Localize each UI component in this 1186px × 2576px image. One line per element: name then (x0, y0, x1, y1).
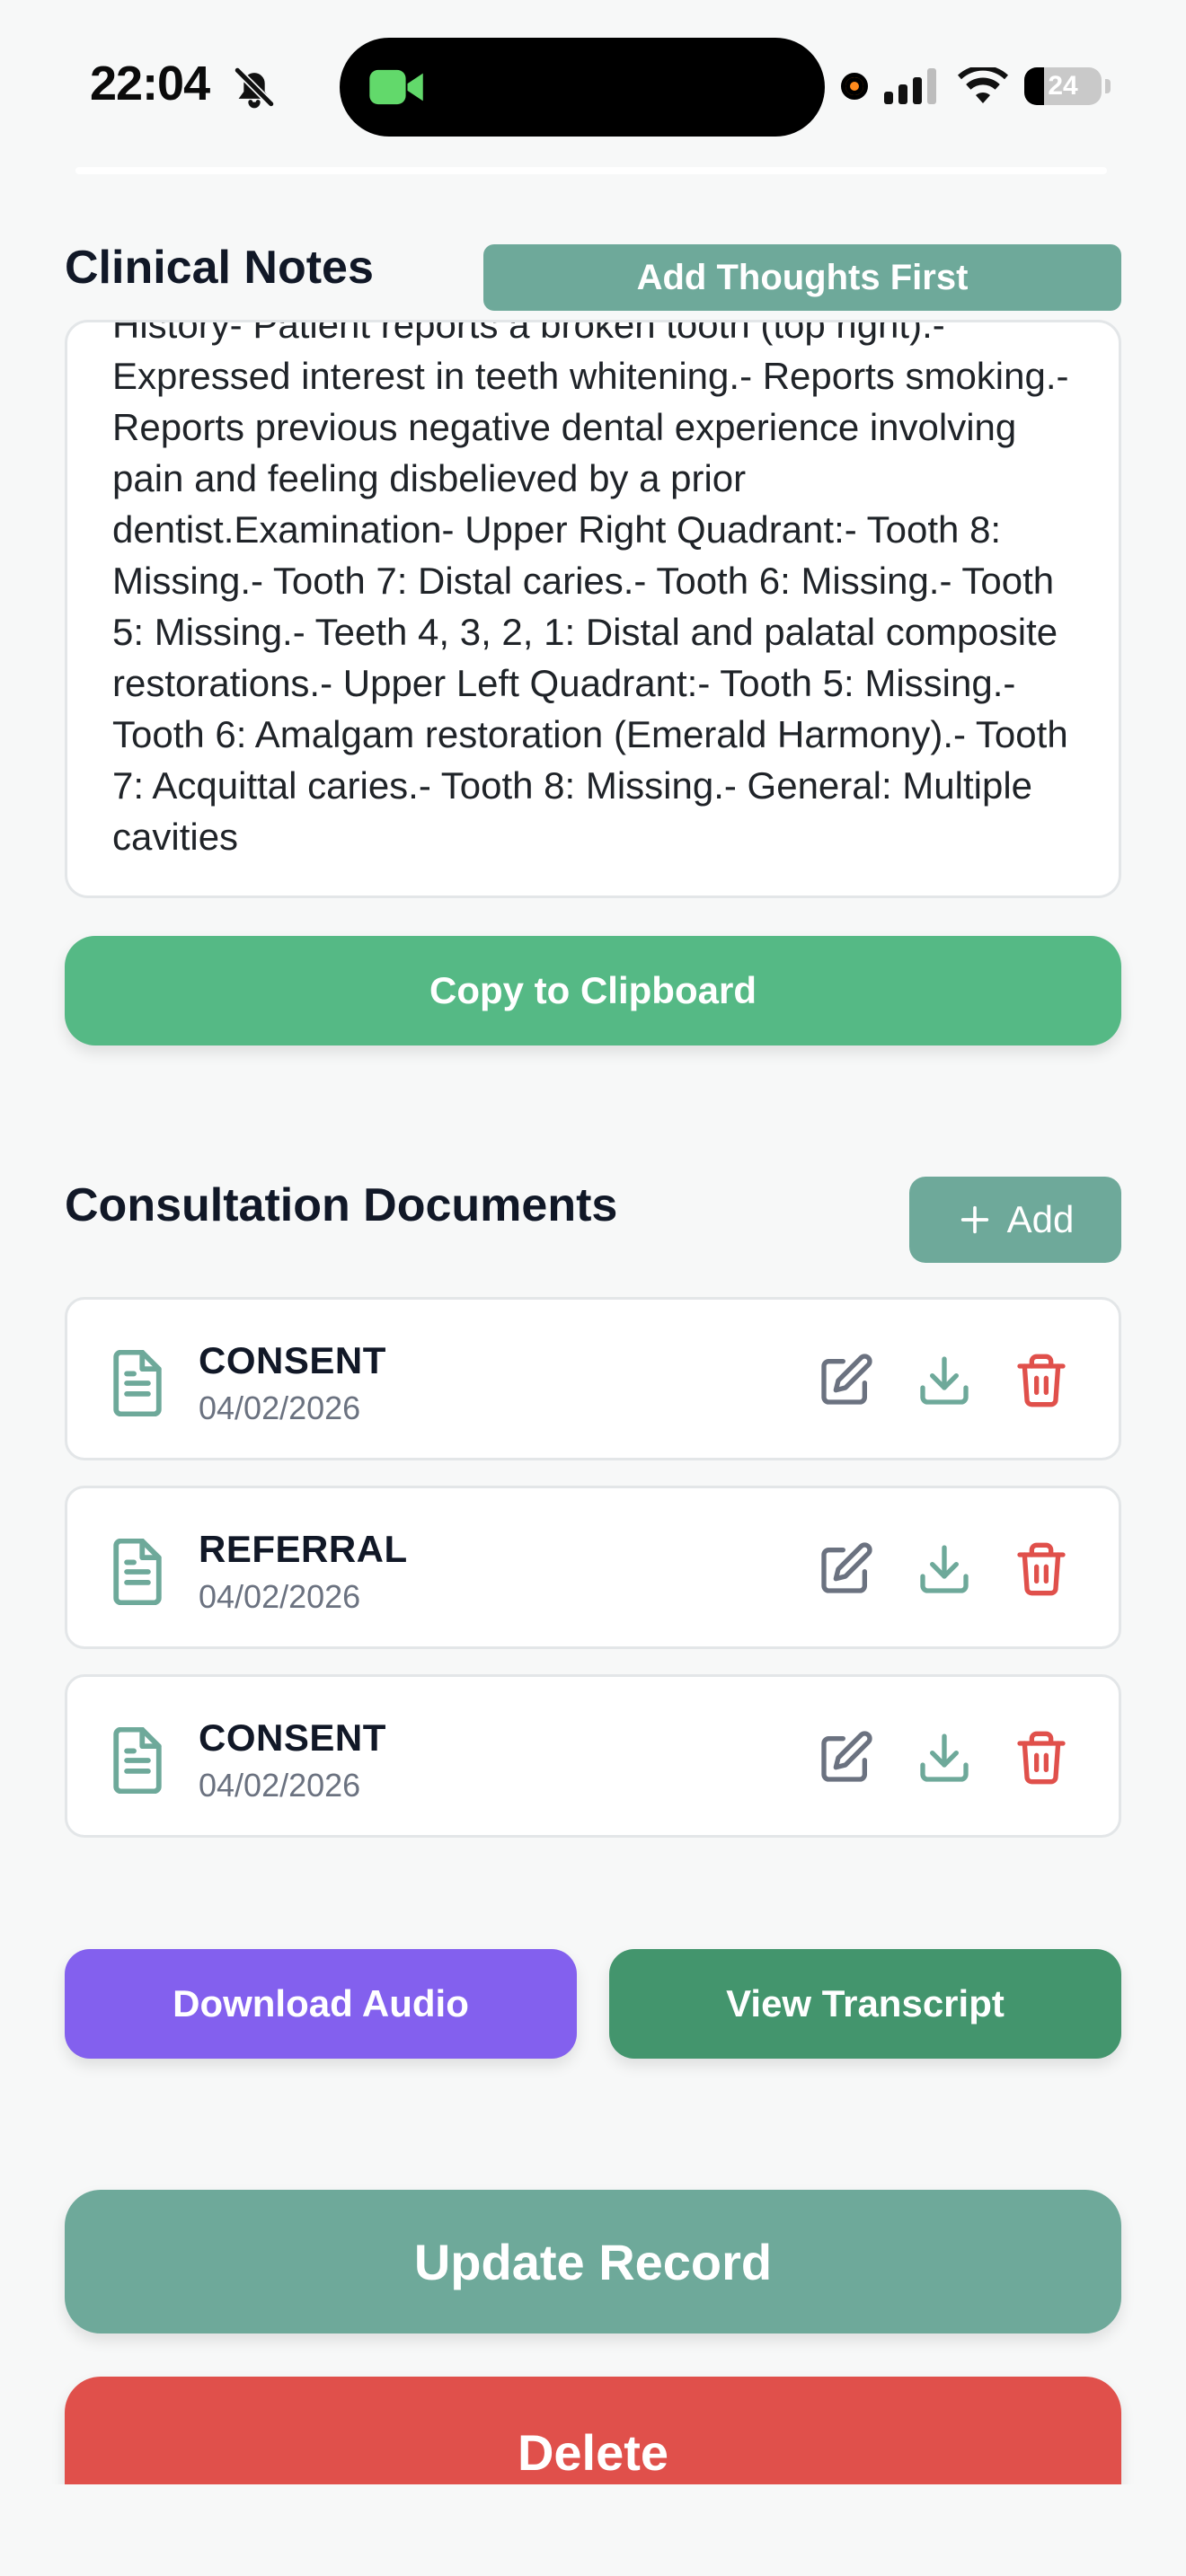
view-transcript-button[interactable]: View Transcript (609, 1949, 1121, 2059)
plus-icon (960, 1205, 988, 1234)
document-name: REFERRAL (199, 1528, 408, 1570)
edit-icon[interactable] (817, 1540, 874, 1598)
file-text-icon (113, 1727, 162, 1794)
clinical-notes-text: History- Patient reports a broken tooth … (112, 320, 1069, 858)
trash-icon[interactable] (1013, 1540, 1070, 1598)
divider (75, 167, 1107, 174)
document-date: 04/02/2026 (199, 1767, 361, 1804)
edit-icon[interactable] (817, 1352, 874, 1409)
bell-slash-icon (234, 66, 275, 109)
clinical-notes-textarea[interactable]: History- Patient reports a broken tooth … (65, 320, 1121, 898)
trash-icon[interactable] (1013, 1352, 1070, 1409)
document-name: CONSENT (199, 1339, 386, 1381)
add-document-label: Add (1006, 1198, 1075, 1240)
battery-tip (1105, 79, 1111, 93)
edit-icon[interactable] (817, 1729, 874, 1786)
add-document-button[interactable]: Add (909, 1177, 1121, 1263)
battery-icon: 24 (1024, 67, 1102, 105)
download-audio-button[interactable]: Download Audio (65, 1949, 577, 2059)
cellular-signal-icon (884, 68, 936, 104)
status-time: 22:04 (90, 57, 210, 110)
bottom-safe-area (0, 2484, 1186, 2576)
consultation-documents-title: Consultation Documents (65, 1179, 618, 1231)
update-record-button[interactable]: Update Record (65, 2190, 1121, 2333)
download-icon[interactable] (916, 1540, 973, 1598)
document-date: 04/02/2026 (199, 1578, 361, 1615)
clinical-notes-title: Clinical Notes (65, 242, 374, 294)
status-indicators: 24 (841, 61, 1111, 111)
battery-level: 24 (1048, 71, 1078, 101)
download-icon[interactable] (916, 1729, 973, 1786)
file-text-icon (113, 1539, 162, 1605)
facetime-camera-icon (369, 69, 423, 105)
document-name: CONSENT (199, 1716, 386, 1759)
document-card[interactable]: CONSENT 04/02/2026 (65, 1297, 1121, 1460)
wifi-icon (958, 67, 1008, 103)
file-text-icon (113, 1350, 162, 1416)
download-icon[interactable] (916, 1352, 973, 1409)
add-thoughts-first-button[interactable]: Add Thoughts First (483, 244, 1121, 311)
trash-icon[interactable] (1013, 1729, 1070, 1786)
document-date: 04/02/2026 (199, 1389, 361, 1426)
document-card[interactable]: REFERRAL 04/02/2026 (65, 1486, 1121, 1649)
copy-to-clipboard-button[interactable]: Copy to Clipboard (65, 936, 1121, 1045)
recording-dot-icon (841, 73, 868, 100)
document-card[interactable]: CONSENT 04/02/2026 (65, 1674, 1121, 1838)
